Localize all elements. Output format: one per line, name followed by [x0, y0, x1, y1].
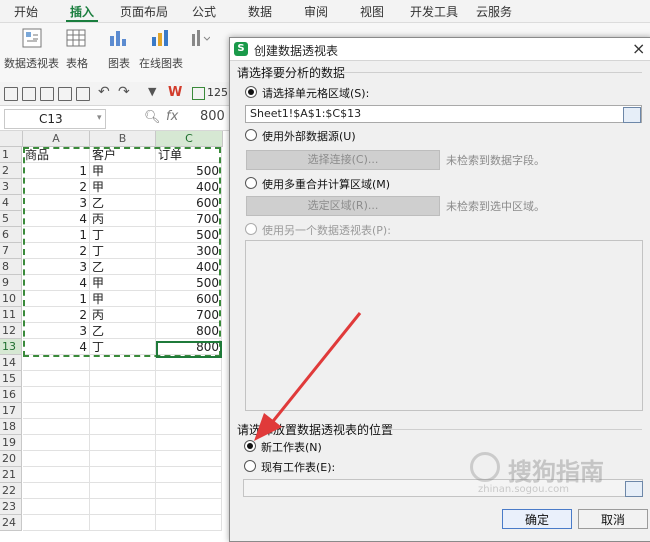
range-picker-icon[interactable]: [623, 107, 641, 123]
cancel-button[interactable]: 取消: [578, 509, 648, 529]
row-header[interactable]: 10: [0, 291, 22, 307]
cell[interactable]: [90, 355, 156, 371]
cell[interactable]: [156, 499, 222, 515]
tab-developer[interactable]: 开发工具: [410, 3, 458, 20]
select-connection-button[interactable]: 选择连接(C)...: [246, 150, 440, 170]
cell[interactable]: [23, 499, 90, 515]
selection-marquee: [23, 147, 221, 357]
range-input[interactable]: Sheet1!$A$1:$C$13: [245, 105, 642, 123]
radio-multi-range[interactable]: [245, 177, 257, 189]
radio-select-range-label: 请选择单元格区域(S):: [262, 87, 370, 100]
section-analyze-label: 请选择要分析的数据: [237, 66, 346, 80]
cell[interactable]: [156, 371, 222, 387]
cell[interactable]: [23, 419, 90, 435]
row-header[interactable]: 23: [0, 499, 22, 515]
row-header[interactable]: 13: [0, 339, 22, 355]
radio-select-range[interactable]: [245, 86, 257, 98]
radio-external-source[interactable]: [245, 129, 257, 141]
cell[interactable]: [90, 499, 156, 515]
row-header[interactable]: 24: [0, 515, 22, 531]
row-header[interactable]: 9: [0, 275, 22, 291]
row-header[interactable]: 20: [0, 451, 22, 467]
row-header[interactable]: 16: [0, 387, 22, 403]
row-header[interactable]: 4: [0, 195, 22, 211]
active-cell: [156, 341, 222, 358]
section-divider-2: [382, 429, 642, 430]
sogou-watermark: 搜狗指南 zhinan.sogou.com: [470, 450, 640, 495]
cell[interactable]: [156, 435, 222, 451]
row-header[interactable]: 6: [0, 227, 22, 243]
cell[interactable]: [23, 435, 90, 451]
row-header[interactable]: 2: [0, 163, 22, 179]
tab-review[interactable]: 审阅: [304, 3, 328, 20]
cell[interactable]: [156, 483, 222, 499]
cell[interactable]: [156, 403, 222, 419]
cell[interactable]: [23, 483, 90, 499]
region-hint: 未检索到选中区域。: [446, 200, 545, 213]
radio-existing-sheet[interactable]: [244, 460, 256, 472]
cell[interactable]: [23, 515, 90, 531]
cell[interactable]: [23, 403, 90, 419]
row-header[interactable]: 1: [0, 147, 22, 163]
cell[interactable]: [156, 451, 222, 467]
close-icon[interactable]: ×: [632, 39, 645, 58]
row-header[interactable]: 5: [0, 211, 22, 227]
row-header[interactable]: 22: [0, 483, 22, 499]
select-region-button[interactable]: 选定区域(R)...: [246, 196, 440, 216]
ok-button[interactable]: 确定: [502, 509, 572, 529]
cell[interactable]: [90, 515, 156, 531]
dialog-title: 创建数据透视表: [254, 44, 339, 58]
cell[interactable]: [156, 467, 222, 483]
sogou-logo-icon: [470, 452, 500, 482]
annotation-arrow: [254, 312, 362, 441]
row-header[interactable]: 14: [0, 355, 22, 371]
cell[interactable]: [23, 387, 90, 403]
row-header[interactable]: 12: [0, 323, 22, 339]
row-header[interactable]: 18: [0, 419, 22, 435]
connection-hint: 未检索到数据字段。: [446, 154, 545, 167]
radio-multi-range-label: 使用多重合并计算区域(M): [262, 178, 391, 191]
cell[interactable]: [90, 371, 156, 387]
row-header[interactable]: 21: [0, 467, 22, 483]
cell[interactable]: [90, 467, 156, 483]
cell[interactable]: [23, 371, 90, 387]
tab-cloud[interactable]: 云服务: [476, 3, 512, 20]
cell[interactable]: [90, 483, 156, 499]
row-header[interactable]: 17: [0, 403, 22, 419]
radio-existing-sheet-label: 现有工作表(E):: [261, 461, 336, 474]
row-header[interactable]: 8: [0, 259, 22, 275]
cell[interactable]: [23, 467, 90, 483]
cell[interactable]: [90, 419, 156, 435]
radio-other-pivot-label: 使用另一个数据透视表(P):: [262, 224, 391, 237]
row-header[interactable]: 11: [0, 307, 22, 323]
wps-sheet-icon: S: [234, 42, 248, 56]
dialog-titlebar: S 创建数据透视表 ×: [230, 38, 650, 61]
row-header[interactable]: 7: [0, 243, 22, 259]
cell[interactable]: [90, 451, 156, 467]
row-header[interactable]: 3: [0, 179, 22, 195]
cell[interactable]: [156, 419, 222, 435]
row-header[interactable]: 15: [0, 371, 22, 387]
row-header[interactable]: 19: [0, 435, 22, 451]
cell[interactable]: [156, 515, 222, 531]
cell[interactable]: [23, 451, 90, 467]
cell[interactable]: [156, 387, 222, 403]
cell[interactable]: [90, 435, 156, 451]
radio-other-pivot[interactable]: [245, 223, 257, 235]
tab-view[interactable]: 视图: [360, 3, 384, 20]
radio-external-source-label: 使用外部数据源(U): [262, 130, 356, 143]
cell[interactable]: [23, 355, 90, 371]
cell[interactable]: [90, 387, 156, 403]
tab-data[interactable]: 数据: [248, 3, 272, 20]
section-divider: [338, 72, 642, 73]
cell[interactable]: [90, 403, 156, 419]
